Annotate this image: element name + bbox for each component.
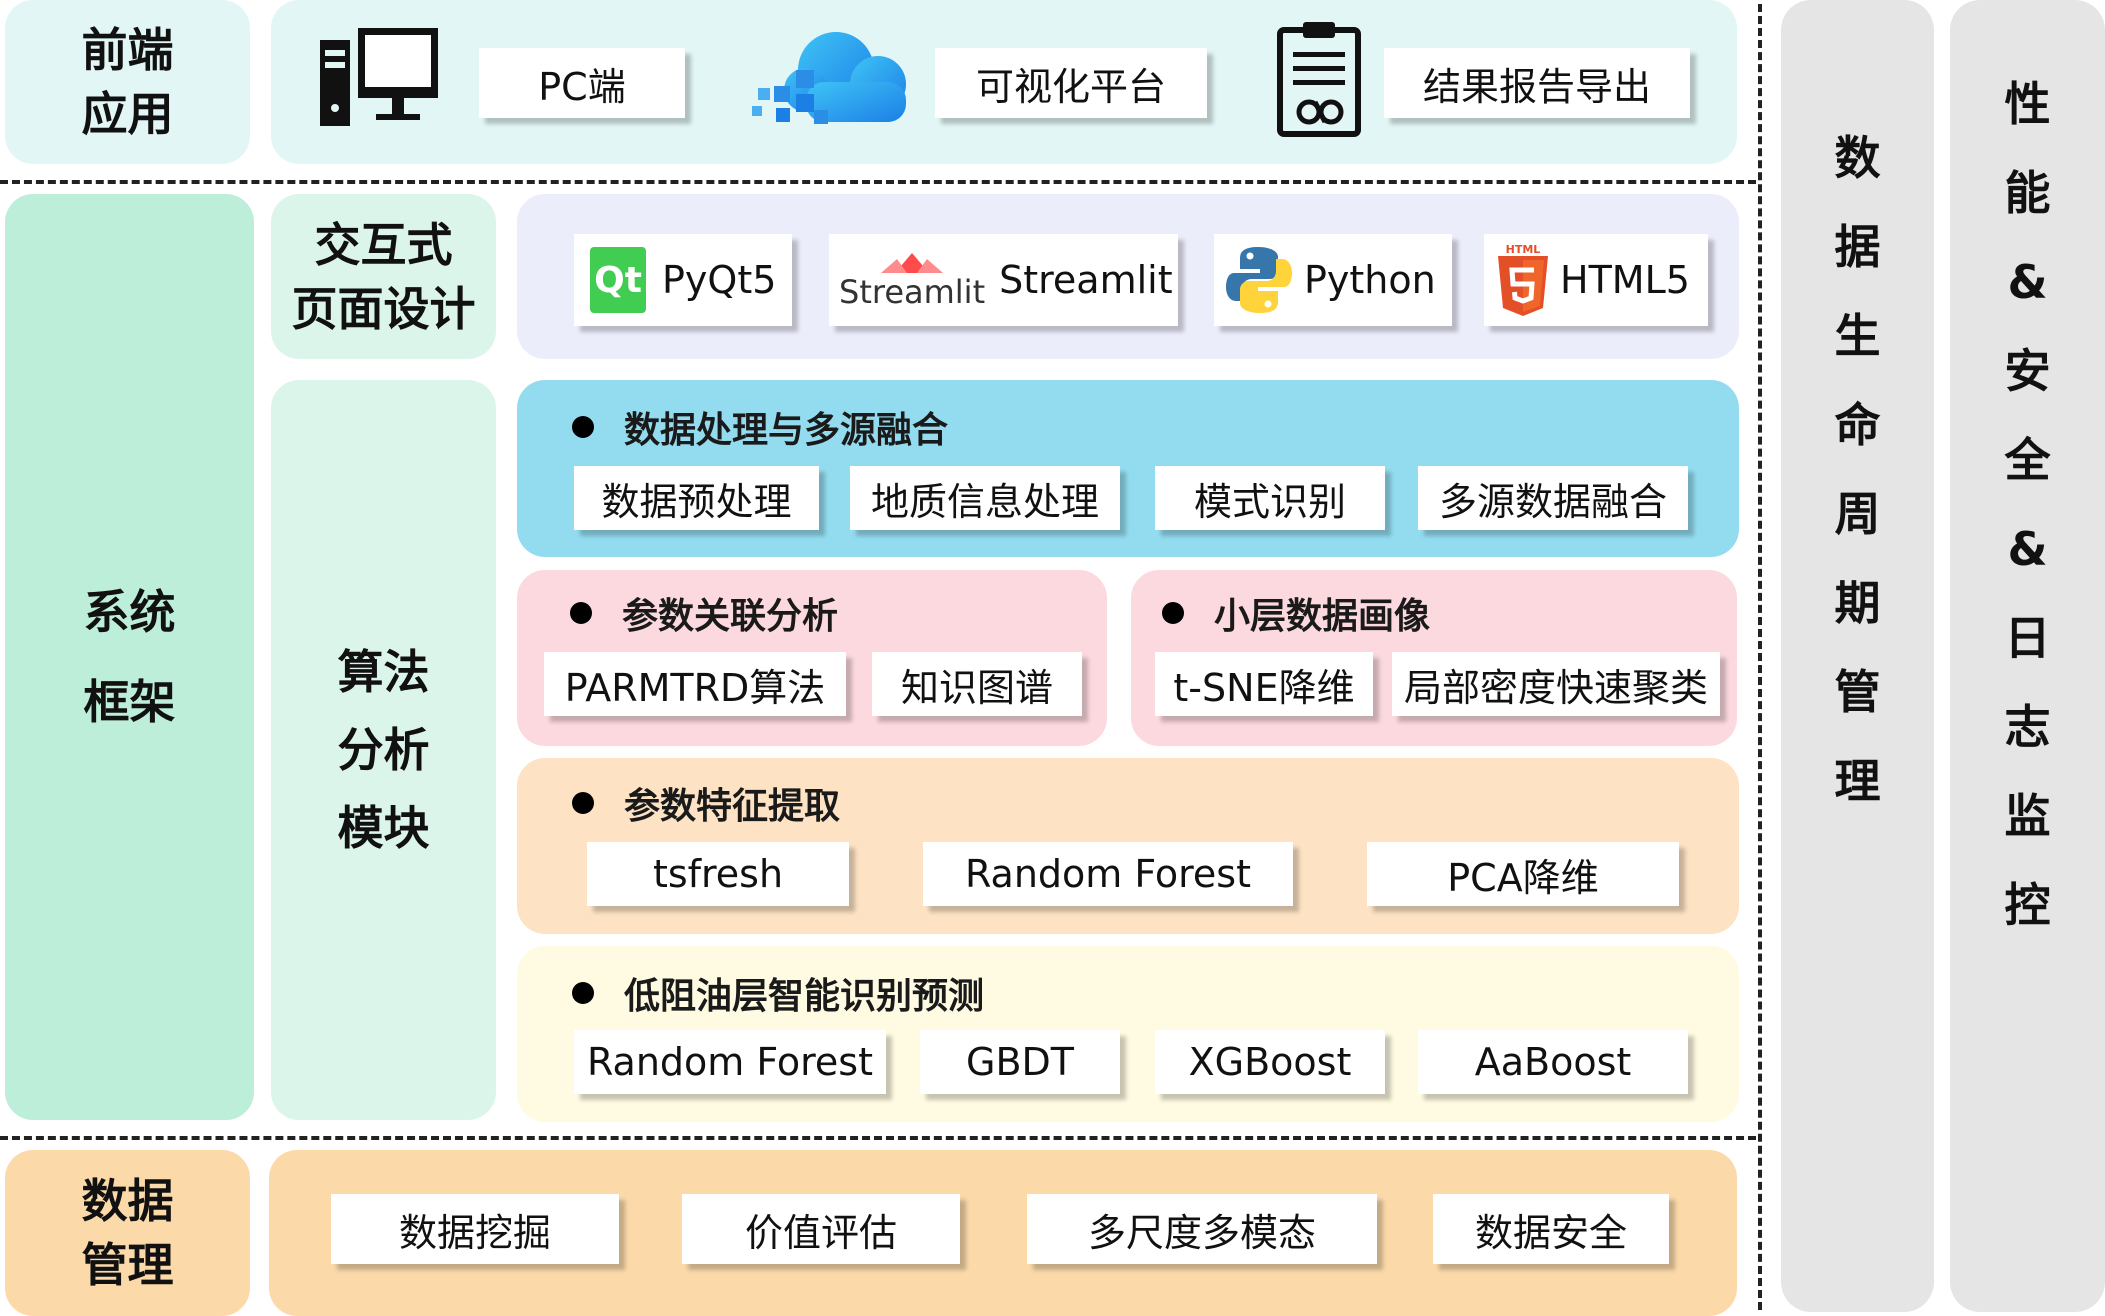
features-item[interactable]: Random Forest — [923, 842, 1293, 906]
vertical-char: & — [2007, 255, 2048, 309]
top-divider — [0, 180, 1756, 184]
vertical-char: 理 — [1834, 754, 1881, 808]
profile-title: 小层数据画像 — [1162, 590, 1430, 637]
vertical-char: 安 — [2004, 344, 2051, 398]
report-export-box[interactable]: 结果报告导出 — [1384, 48, 1690, 118]
profile-item[interactable]: t-SNE降维 — [1155, 652, 1373, 716]
bullet-icon — [572, 792, 594, 814]
vertical-char: 志 — [2004, 700, 2051, 754]
html5-box[interactable]: HTML HTML5 — [1484, 234, 1708, 326]
monitoring-column: 性能 & 安全 & 日志监控 — [1950, 0, 2105, 1312]
qt-logo-icon: Qt — [590, 247, 646, 313]
bullet-icon — [570, 602, 592, 624]
vertical-char: 数 — [1834, 131, 1881, 185]
python-logo-icon — [1226, 245, 1292, 315]
streamlit-label: Streamlit — [999, 258, 1173, 302]
vertical-char: 日 — [2004, 611, 2051, 665]
processing-item[interactable]: 数据预处理 — [574, 466, 819, 530]
data-management-item[interactable]: 多尺度多模态 — [1027, 1194, 1377, 1264]
pyqt5-box[interactable]: Qt PyQt5 — [574, 234, 792, 326]
correlation-title: 参数关联分析 — [570, 590, 838, 637]
data-management-label: 数据 管理 — [5, 1150, 250, 1316]
features-item[interactable]: tsfresh — [587, 842, 849, 906]
html5-logo-icon: HTML — [1498, 244, 1548, 316]
lifecycle-column: 数据生命周期管理 — [1781, 0, 1934, 1312]
vertical-char: 控 — [2004, 878, 2051, 932]
processing-item[interactable]: 地质信息处理 — [850, 466, 1120, 530]
vertical-char: 全 — [2004, 433, 2051, 487]
bullet-icon — [572, 982, 594, 1004]
processing-item[interactable]: 多源数据融合 — [1418, 466, 1688, 530]
prediction-item[interactable]: GBDT — [920, 1030, 1120, 1094]
correlation-item[interactable]: PARMTRD算法 — [544, 652, 846, 716]
cloud-icon — [748, 26, 918, 128]
streamlit-logo-icon: Streamlit — [839, 251, 985, 309]
vertical-char: 周 — [1834, 487, 1881, 541]
prediction-item[interactable]: Random Forest — [574, 1030, 886, 1094]
html5-label: HTML5 — [1560, 258, 1690, 302]
visualization-platform-box[interactable]: 可视化平台 — [935, 48, 1207, 118]
vertical-char: 据 — [1834, 220, 1881, 274]
bullet-icon — [572, 416, 594, 438]
correlation-item[interactable]: 知识图谱 — [872, 652, 1082, 716]
vertical-char: 能 — [2004, 166, 2051, 220]
data-management-item[interactable]: 数据安全 — [1433, 1194, 1669, 1264]
algorithm-module-label: 算法 分析 模块 — [271, 380, 496, 1120]
bullet-icon — [1162, 602, 1184, 624]
pyqt5-label: PyQt5 — [662, 258, 777, 302]
vertical-char: 性 — [2004, 77, 2051, 131]
prediction-title: 低阻油层智能识别预测 — [572, 970, 984, 1017]
desktop-computer-icon — [320, 26, 440, 136]
python-label: Python — [1304, 258, 1436, 302]
vertical-char: & — [2007, 522, 2048, 576]
bottom-divider — [0, 1136, 1756, 1140]
vertical-char: 期 — [1834, 576, 1881, 630]
vertical-char: 生 — [1834, 309, 1881, 363]
report-document-icon — [1275, 20, 1365, 140]
features-item[interactable]: PCA降维 — [1367, 842, 1679, 906]
prediction-item[interactable]: AaBoost — [1418, 1030, 1688, 1094]
frontend-label: 前端 应用 — [5, 0, 250, 164]
right-divider — [1758, 4, 1762, 1310]
prediction-item[interactable]: XGBoost — [1155, 1030, 1385, 1094]
streamlit-box[interactable]: Streamlit Streamlit — [829, 234, 1178, 326]
vertical-char: 命 — [1834, 398, 1881, 452]
data-management-item[interactable]: 数据挖掘 — [331, 1194, 619, 1264]
processing-item[interactable]: 模式识别 — [1155, 466, 1385, 530]
system-framework-label: 系统 框架 — [5, 194, 254, 1120]
data-management-item[interactable]: 价值评估 — [682, 1194, 960, 1264]
interactive-design-label: 交互式 页面设计 — [271, 194, 496, 359]
profile-item[interactable]: 局部密度快速聚类 — [1392, 652, 1720, 716]
python-box[interactable]: Python — [1214, 234, 1452, 326]
vertical-char: 管 — [1834, 665, 1881, 719]
features-title: 参数特征提取 — [572, 780, 840, 827]
processing-title: 数据处理与多源融合 — [572, 404, 948, 451]
pc-box[interactable]: PC端 — [479, 48, 685, 118]
vertical-char: 监 — [2004, 789, 2051, 843]
